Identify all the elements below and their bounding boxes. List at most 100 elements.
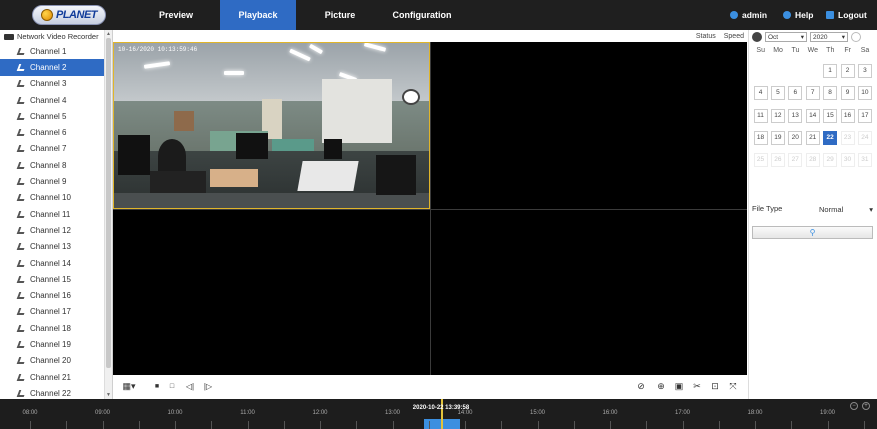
timeline-label: 18:00 bbox=[747, 410, 763, 416]
scroll-down-icon[interactable]: ▼ bbox=[106, 392, 111, 398]
timeline-tick bbox=[682, 421, 684, 429]
calendar-day[interactable]: 17 bbox=[857, 108, 872, 123]
search-button[interactable]: ⚲ bbox=[752, 226, 873, 239]
nvr-root[interactable]: Network Video Recorder bbox=[0, 30, 112, 43]
split-screen-icon[interactable]: ▦▾ bbox=[122, 381, 136, 392]
tab-preview[interactable]: Preview bbox=[140, 0, 212, 30]
calendar-day[interactable]: 7 bbox=[805, 86, 820, 101]
calendar-day[interactable]: 11 bbox=[753, 108, 768, 123]
tab-picture[interactable]: Picture bbox=[306, 0, 374, 30]
camera-icon bbox=[16, 63, 27, 71]
calendar-day[interactable]: 12 bbox=[770, 108, 785, 123]
sidebar-scrollbar[interactable]: ▲ ▼ bbox=[104, 30, 112, 399]
channel-item[interactable]: Channel 13 bbox=[0, 239, 112, 255]
zoom-in-timeline-icon[interactable]: + bbox=[862, 402, 870, 410]
camera-icon bbox=[16, 210, 27, 218]
calendar-day[interactable]: 21 bbox=[805, 130, 820, 145]
tab-playback[interactable]: Playback bbox=[220, 0, 296, 30]
user-menu[interactable]: admin bbox=[730, 0, 767, 30]
channel-item[interactable]: Channel 9 bbox=[0, 173, 112, 189]
channel-item[interactable]: Channel 10 bbox=[0, 190, 112, 206]
hide-icon[interactable]: ⊘ bbox=[635, 381, 647, 392]
calendar-day[interactable]: 5 bbox=[770, 86, 785, 101]
slow-icon[interactable]: ◁| bbox=[183, 381, 197, 392]
channel-item[interactable]: Channel 11 bbox=[0, 206, 112, 222]
logout-link[interactable]: Logout bbox=[826, 0, 867, 30]
calendar-day[interactable]: 20 bbox=[788, 130, 803, 145]
year-select[interactable]: 2020 ▾ bbox=[810, 32, 848, 42]
channel-item[interactable]: Channel 5 bbox=[0, 108, 112, 124]
calendar-day[interactable]: 6 bbox=[788, 86, 803, 101]
zoom-icon[interactable]: ⊕ bbox=[655, 381, 667, 392]
channel-item[interactable]: Channel 18 bbox=[0, 320, 112, 336]
camera-icon bbox=[16, 357, 27, 365]
channel-item[interactable]: Channel 6 bbox=[0, 124, 112, 140]
calendar-day[interactable]: 2 bbox=[840, 64, 855, 78]
channel-item[interactable]: Channel 3 bbox=[0, 76, 112, 92]
calendar-day[interactable]: 10 bbox=[857, 86, 872, 101]
calendar-day[interactable]: 13 bbox=[788, 108, 803, 123]
channel-item[interactable]: Channel 17 bbox=[0, 304, 112, 320]
timeline-label: 15:00 bbox=[529, 410, 546, 416]
download-icon[interactable]: ⊡ bbox=[709, 381, 721, 392]
channel-item[interactable]: Channel 20 bbox=[0, 353, 112, 369]
timeline-label: 12:00 bbox=[312, 410, 328, 416]
playback-controls: ▦▾ ■ □ ◁| |▷ ⊘ ⊕ ▣ ✂ ⊡ ⤧ bbox=[113, 376, 747, 398]
chevron-down-icon: ▾ bbox=[841, 34, 845, 41]
timeline-label: 14:00 bbox=[457, 410, 473, 416]
timeline-cursor[interactable] bbox=[441, 399, 443, 429]
help-link[interactable]: Help bbox=[783, 0, 813, 30]
calendar-day[interactable]: 22 bbox=[823, 130, 838, 145]
fast-icon[interactable]: |▷ bbox=[201, 381, 215, 392]
timeline-tick bbox=[573, 421, 575, 429]
calendar-day[interactable]: 14 bbox=[805, 108, 820, 123]
calendar-day[interactable]: 15 bbox=[823, 108, 838, 123]
camera-icon bbox=[16, 80, 27, 88]
channel-item[interactable]: Channel 2 bbox=[0, 59, 104, 76]
timeline-bar[interactable]: 2020-10-22 13:39:58 − + 08:00 09:00 10:00 1… bbox=[0, 399, 877, 429]
file-type-select[interactable]: Normal ▾ bbox=[815, 203, 875, 215]
channel-item[interactable]: Channel 12 bbox=[0, 222, 112, 238]
channel-item[interactable]: Channel 22 bbox=[0, 385, 112, 399]
month-select[interactable]: Oct ▾ bbox=[765, 32, 807, 42]
calendar-day: 24 bbox=[857, 130, 872, 145]
calendar-day[interactable]: 19 bbox=[770, 130, 785, 145]
calendar-day[interactable]: 9 bbox=[840, 86, 855, 101]
fullscreen-icon[interactable]: ⤧ bbox=[727, 381, 739, 392]
calendar-day[interactable]: 16 bbox=[840, 108, 855, 123]
channel-label: Channel 4 bbox=[30, 95, 67, 105]
timeline-tick bbox=[283, 421, 285, 429]
timeline-label: 09:00 bbox=[94, 410, 111, 416]
channel-item[interactable]: Channel 21 bbox=[0, 369, 112, 385]
camera-icon bbox=[16, 145, 27, 153]
calendar-day[interactable]: 3 bbox=[857, 64, 872, 78]
channel-item[interactable]: Channel 19 bbox=[0, 336, 112, 352]
capture-icon[interactable]: ▣ bbox=[673, 381, 685, 392]
channel-item[interactable]: Channel 14 bbox=[0, 255, 112, 271]
channel-item[interactable]: Channel 8 bbox=[0, 157, 112, 173]
clip-icon[interactable]: ✂ bbox=[691, 381, 703, 392]
channel-item[interactable]: Channel 16 bbox=[0, 287, 112, 303]
prev-month-icon[interactable] bbox=[752, 32, 762, 42]
calendar-day[interactable]: 18 bbox=[753, 130, 768, 145]
scroll-thumb[interactable] bbox=[106, 38, 111, 368]
channel-item[interactable]: Channel 1 bbox=[0, 43, 112, 59]
channel-item[interactable]: Channel 15 bbox=[0, 271, 112, 287]
channel-item[interactable]: Channel 7 bbox=[0, 141, 112, 157]
next-month-icon[interactable] bbox=[851, 32, 861, 42]
calendar-day[interactable]: 1 bbox=[823, 64, 838, 78]
nvr-device-icon bbox=[4, 33, 14, 40]
pause-icon[interactable]: □ bbox=[167, 381, 177, 392]
camera-icon bbox=[16, 373, 27, 381]
calendar-day[interactable]: 4 bbox=[753, 86, 768, 101]
zoom-out-timeline-icon[interactable]: − bbox=[850, 402, 858, 410]
video-chair bbox=[376, 155, 416, 195]
stop-icon[interactable]: ■ bbox=[153, 381, 161, 392]
tab-configuration[interactable]: Configuration bbox=[384, 0, 460, 30]
scroll-up-icon[interactable]: ▲ bbox=[106, 31, 111, 37]
channel-label: Channel 2 bbox=[30, 62, 67, 72]
channel-item[interactable]: Channel 4 bbox=[0, 92, 112, 108]
weekday-label: Fr bbox=[844, 47, 851, 54]
calendar-day[interactable]: 8 bbox=[823, 86, 838, 101]
video-window-1[interactable]: 10-16/2020 10:13:59:46 bbox=[113, 42, 430, 209]
